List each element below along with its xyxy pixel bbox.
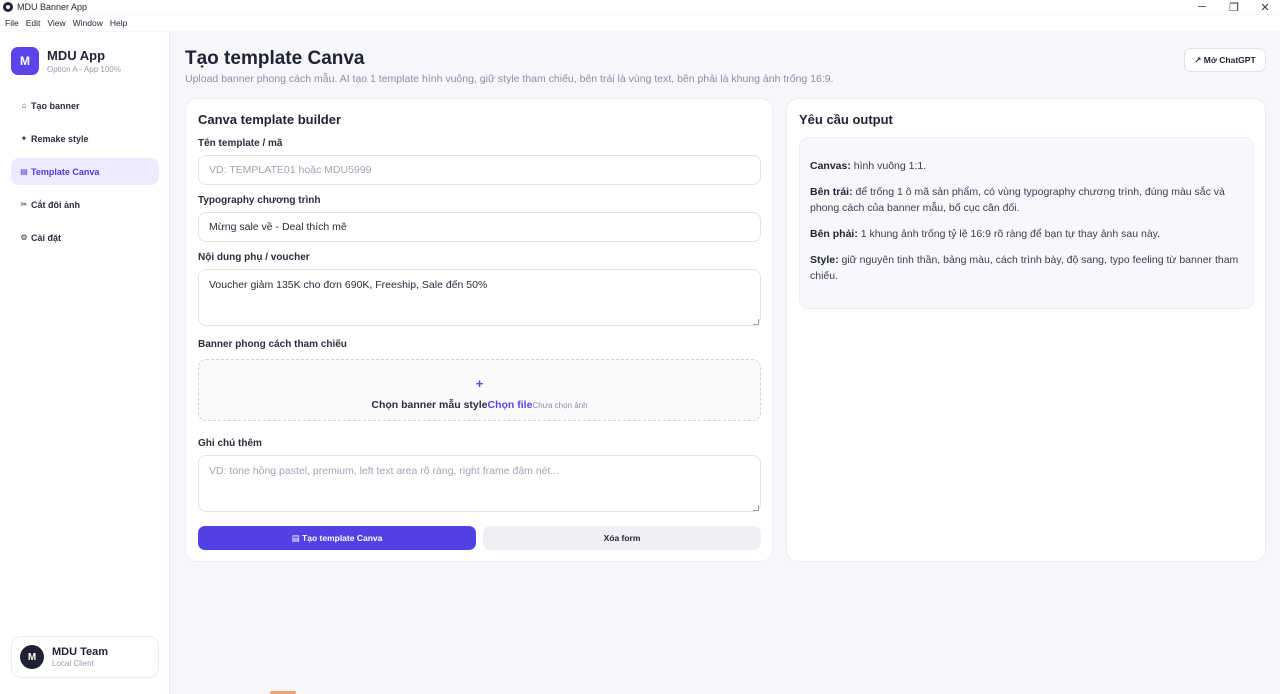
restore-icon[interactable]: ❐: [1219, 0, 1249, 14]
brand: M MDU App Option A - App 100%: [11, 47, 121, 75]
scissors-icon: ✂: [20, 200, 28, 209]
create-template-button[interactable]: ▤ Tạo template Canva: [198, 526, 476, 550]
menu-view[interactable]: View: [47, 18, 65, 28]
resize-grip-icon[interactable]: [753, 319, 759, 325]
output-item-right: Bên phải: 1 khung ảnh trống tỷ lệ 16:9 r…: [810, 228, 1161, 240]
menu-file[interactable]: File: [5, 18, 19, 28]
open-chatgpt-button[interactable]: ↗ Mở ChatGPT: [1184, 48, 1266, 72]
notes-textarea[interactable]: [198, 455, 761, 512]
sidebar-item-tao-banner[interactable]: ⌂ Tạo banner: [11, 92, 159, 119]
brand-subtitle: Option A - App 100%: [47, 65, 121, 74]
typography-label: Typography chương trình: [198, 195, 321, 206]
close-icon[interactable]: ✕: [1250, 0, 1280, 14]
voucher-label: Nội dung phụ / voucher: [198, 252, 310, 263]
brand-title: MDU App: [47, 48, 106, 63]
page-title: Tạo template Canva: [185, 48, 365, 69]
page-subtitle: Upload banner phong cách mẫu. AI tạo 1 t…: [185, 73, 834, 85]
sidebar-item-label: Cắt đôi ảnh: [31, 199, 80, 210]
template-builder-card: Canva template builder Tên template / mã…: [185, 98, 773, 562]
notes-label: Ghi chú thêm: [198, 438, 262, 449]
reference-banner-dropzone[interactable]: + Chọn banner mẫu styleChọn fileChưa chọ…: [198, 359, 761, 421]
output-requirements-box: Canvas: hình vuông 1:1. Bên trái: để trố…: [799, 137, 1254, 309]
brand-logo: M: [11, 47, 39, 75]
sidebar-item-label: Template Canva: [31, 166, 100, 177]
menu-edit[interactable]: Edit: [26, 18, 41, 28]
sidebar-item-template-canva[interactable]: ▤ Template Canva: [11, 158, 159, 185]
plus-icon: +: [475, 376, 484, 391]
sidebar-item-label: Remake style: [31, 133, 89, 144]
sidebar-item-remake-style[interactable]: ✦ Remake style: [11, 125, 159, 152]
avatar: M: [20, 645, 44, 669]
output-item-canvas: Canvas: hình vuông 1:1.: [810, 160, 927, 172]
title-bar: MDU Banner App ─ ❐ ✕: [0, 0, 1280, 14]
sidebar-nav: ⌂ Tạo banner ✦ Remake style ▤ Template C…: [11, 92, 159, 257]
voucher-textarea[interactable]: Voucher giảm 135K cho đơn 690K, Freeship…: [198, 269, 761, 326]
window-title: MDU Banner App: [17, 2, 88, 12]
output-title: Yêu cầu output: [799, 112, 893, 127]
reference-banner-label: Banner phong cách tham chiếu: [198, 339, 347, 350]
minimize-icon[interactable]: ─: [1187, 0, 1217, 14]
sidebar-item-cai-dat[interactable]: ⚙ Cài đặt: [11, 224, 159, 251]
choose-file-link[interactable]: Chọn file: [488, 399, 533, 411]
builder-title: Canva template builder: [198, 112, 342, 127]
clear-form-button[interactable]: Xóa form: [483, 526, 761, 550]
output-requirements-card: Yêu cầu output Canvas: hình vuông 1:1. B…: [786, 98, 1266, 562]
dropzone-title: Chọn banner mẫu style: [371, 399, 488, 411]
menu-bar: File Edit View Window Help: [0, 15, 1280, 31]
no-file-note: Chưa chọn ảnh: [532, 401, 588, 410]
typography-input[interactable]: [198, 212, 761, 242]
sparkle-icon: ✦: [20, 134, 28, 143]
home-icon: ⌂: [21, 101, 27, 110]
sidebar-item-label: Cài đặt: [31, 232, 62, 243]
sidebar-item-label: Tạo banner: [31, 100, 80, 111]
output-item-left: Bên trái: để trống 1 ô mã sản phẩm, có v…: [810, 186, 1225, 214]
app-logo-icon: [3, 2, 13, 12]
sidebar: M MDU App Option A - App 100% ⌂ Tạo bann…: [0, 32, 170, 694]
sidebar-item-cat-doi-anh[interactable]: ✂ Cắt đôi ảnh: [11, 191, 159, 218]
user-subtitle: Local Client: [52, 659, 94, 668]
user-name: MDU Team: [52, 646, 109, 658]
template-name-input[interactable]: [198, 155, 761, 185]
menu-help[interactable]: Help: [110, 18, 127, 28]
output-item-style: Style: giữ nguyên tinh thần, bảng màu, c…: [810, 254, 1239, 282]
template-name-label: Tên template / mã: [198, 138, 283, 149]
gear-icon: ⚙: [20, 233, 28, 242]
resize-grip-icon[interactable]: [753, 505, 759, 511]
template-icon: ▤: [20, 167, 28, 176]
menu-window[interactable]: Window: [73, 18, 103, 28]
user-card[interactable]: M MDU Team Local Client: [11, 636, 159, 678]
